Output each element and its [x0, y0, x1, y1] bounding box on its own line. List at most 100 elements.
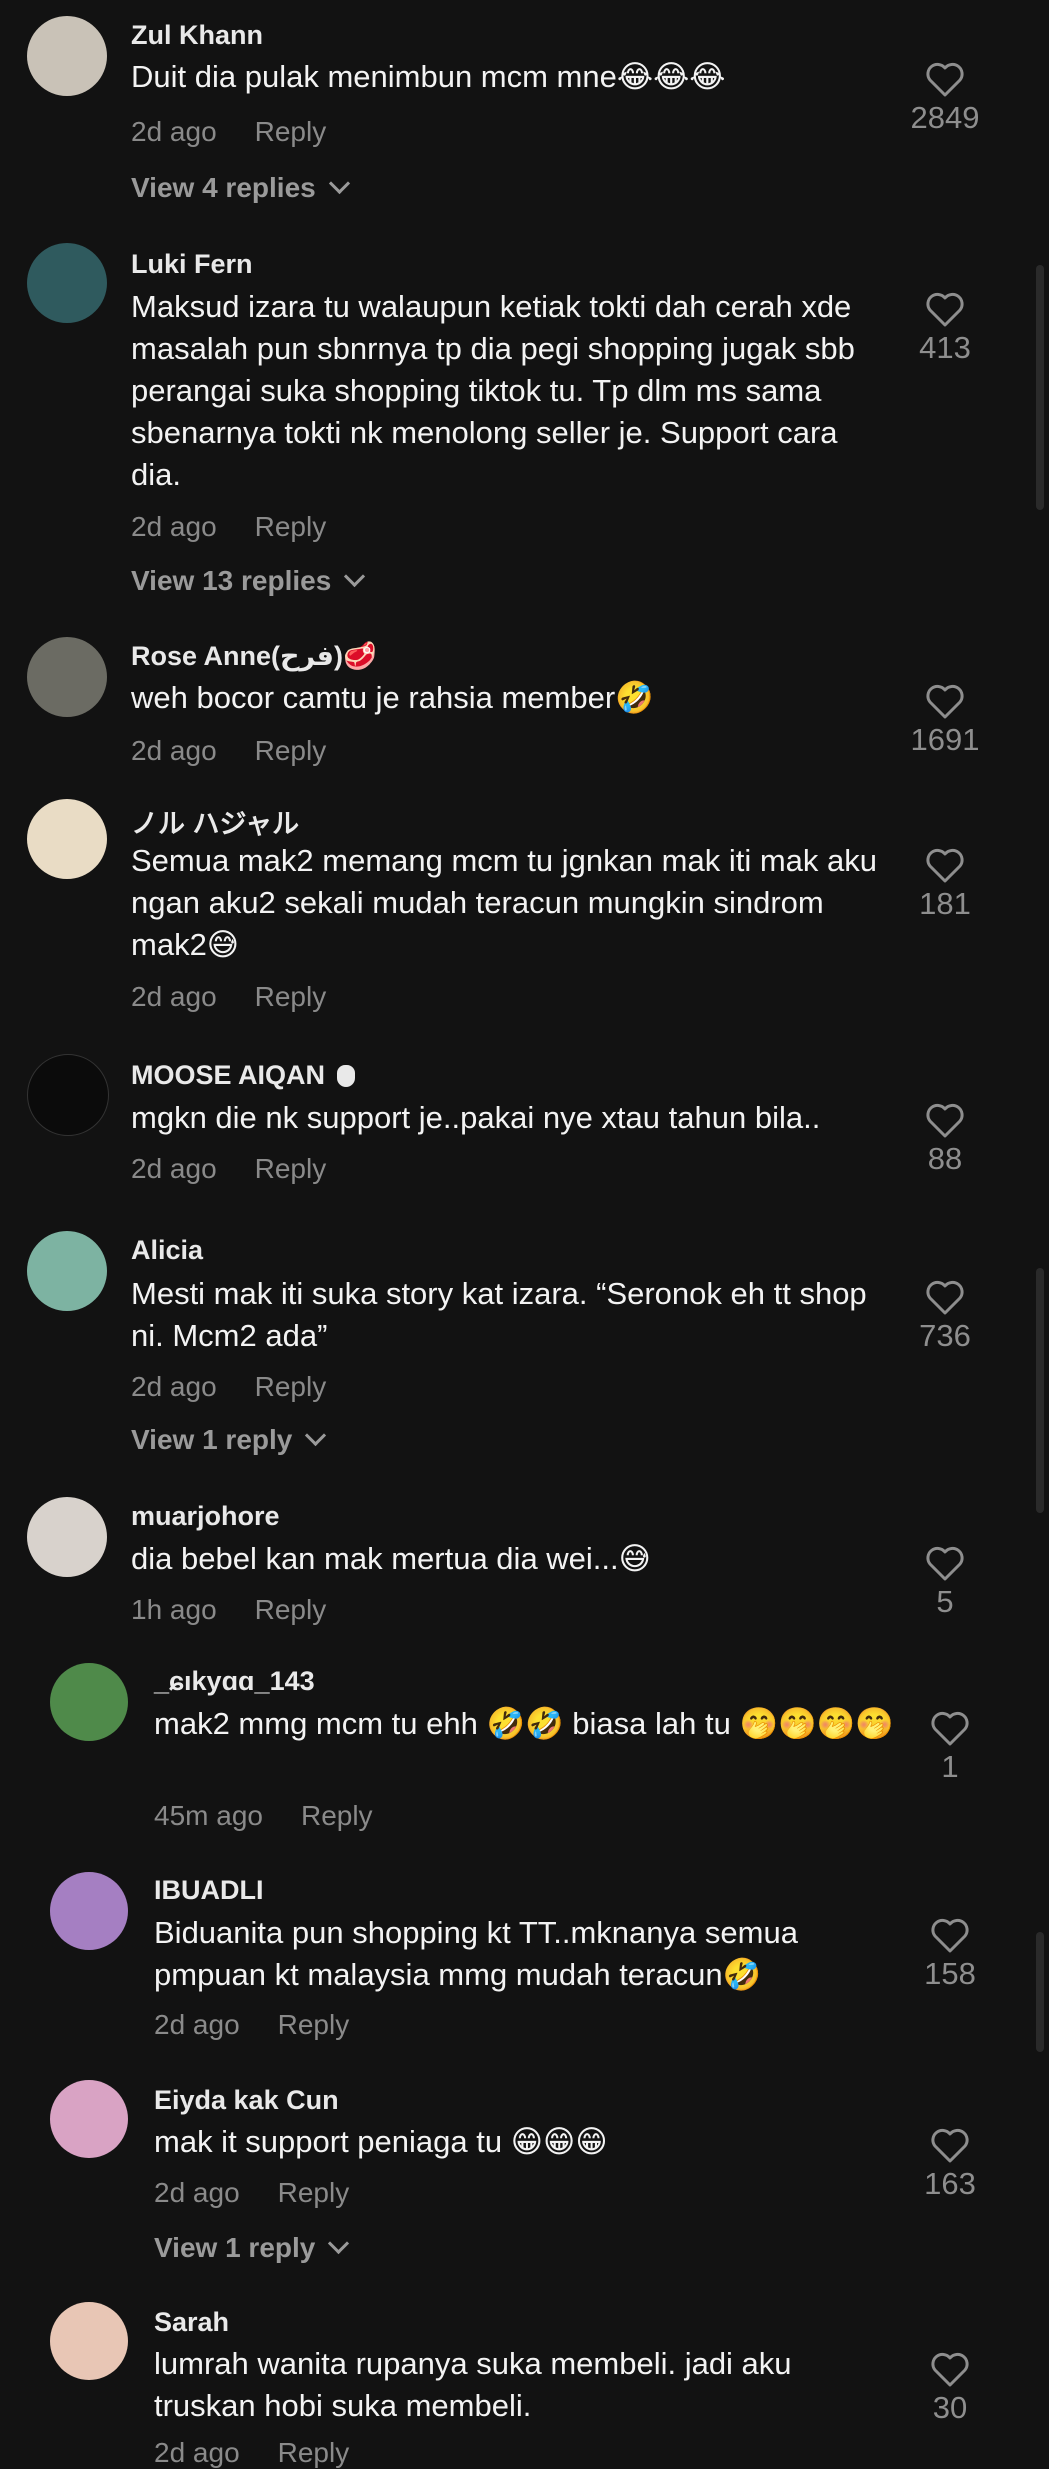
- reply-button[interactable]: Reply: [278, 2177, 350, 2208]
- comment-text: mak it support peniaga tu 😁😁😁: [154, 2124, 608, 2159]
- comment-username[interactable]: Sarah: [154, 2307, 229, 2338]
- comment-meta: 2d ago Reply: [154, 2177, 349, 2209]
- avatar[interactable]: [50, 1872, 128, 1950]
- comment-text: weh bocor camtu je rahsia member🤣: [131, 680, 654, 715]
- view-replies-label: View 4 replies: [131, 172, 316, 203]
- avatar[interactable]: [27, 16, 107, 96]
- apple-icon: [336, 1065, 355, 1087]
- scrollbar-track-2[interactable]: [1036, 1268, 1044, 1513]
- comment-time: 1h ago: [131, 1594, 217, 1625]
- comment-time: 45m ago: [154, 1800, 263, 1831]
- like-button[interactable]: 2849: [900, 62, 990, 136]
- chevron-down-icon: [328, 172, 350, 195]
- view-replies-label: View 13 replies: [131, 565, 332, 596]
- comment-meta: 2d ago Reply: [154, 2009, 349, 2041]
- heart-icon: [931, 2128, 969, 2163]
- reply-button[interactable]: Reply: [255, 981, 327, 1012]
- like-count: 88: [927, 1141, 963, 1176]
- view-replies-button[interactable]: View 1 reply: [154, 2232, 350, 2264]
- comment-text: dia bebel kan mak mertua dia wei...😅: [131, 1541, 651, 1576]
- view-replies-button[interactable]: View 4 replies: [131, 172, 350, 204]
- avatar[interactable]: [27, 1231, 107, 1311]
- comment-meta: 2d ago Reply: [131, 511, 326, 543]
- comment-username[interactable]: _ɕıkyɑɑ_143: [154, 1666, 315, 1697]
- like-button[interactable]: 1: [905, 1711, 995, 1785]
- comment-time: 2d ago: [131, 981, 217, 1012]
- comment-meta: 45m ago Reply: [154, 1800, 373, 1832]
- reply-button[interactable]: Reply: [278, 2009, 350, 2040]
- comment-username[interactable]: muarjohore: [131, 1501, 280, 1532]
- like-button[interactable]: 181: [900, 848, 990, 922]
- comment-meta: 2d ago Reply: [131, 116, 326, 148]
- reply-button[interactable]: Reply: [278, 2437, 350, 2468]
- view-replies-button[interactable]: View 1 reply: [131, 1424, 327, 1456]
- comment-time: 2d ago: [131, 511, 217, 542]
- comment-username[interactable]: MOOSE AIQAN: [131, 1060, 355, 1091]
- comment-username[interactable]: Luki Fern: [131, 249, 253, 280]
- comment-meta: 1h ago Reply: [131, 1594, 326, 1626]
- comment-text: Maksud izara tu walaupun ketiak tokti da…: [131, 289, 855, 492]
- comment-meta: 2d ago Reply: [131, 981, 326, 1013]
- reply-button[interactable]: Reply: [255, 735, 327, 766]
- comment-time: 2d ago: [131, 116, 217, 147]
- heart-icon: [931, 1918, 969, 1953]
- view-replies-label: View 1 reply: [154, 2232, 316, 2263]
- avatar[interactable]: [27, 243, 107, 323]
- comment-time: 2d ago: [131, 735, 217, 766]
- comment-meta: 2d ago Reply: [131, 1371, 326, 1403]
- comment-text: Semua mak2 memang mcm tu jgnkan mak iti …: [131, 843, 877, 962]
- like-button[interactable]: 1691: [900, 684, 990, 758]
- comment-username[interactable]: Eiyda kak Cun: [154, 2085, 339, 2116]
- scrollbar-track-1[interactable]: [1036, 265, 1044, 510]
- avatar[interactable]: [50, 2302, 128, 2380]
- reply-button[interactable]: Reply: [255, 116, 327, 147]
- reply-button[interactable]: Reply: [255, 1153, 327, 1184]
- comment-text: mak2 mmg mcm tu ehh 🤣🤣 biasa lah tu 🤭🤭🤭🤭: [154, 1706, 894, 1741]
- like-count: 181: [919, 886, 971, 921]
- like-count: 158: [924, 1956, 976, 1991]
- username-label: MOOSE AIQAN: [131, 1060, 333, 1090]
- heart-icon: [926, 1546, 964, 1581]
- reply-button[interactable]: Reply: [255, 511, 327, 542]
- reply-button[interactable]: Reply: [255, 1371, 327, 1402]
- reply-button[interactable]: Reply: [301, 1800, 373, 1831]
- like-button[interactable]: 88: [900, 1103, 990, 1177]
- comment-time: 2d ago: [131, 1371, 217, 1402]
- heart-icon: [926, 848, 964, 883]
- view-replies-button[interactable]: View 13 replies: [131, 565, 366, 597]
- chevron-down-icon: [305, 1424, 327, 1447]
- heart-icon: [926, 292, 964, 327]
- comment-username[interactable]: Alicia: [131, 1235, 203, 1266]
- comment-username[interactable]: ノル ハジャル: [131, 802, 299, 841]
- comment-text: Duit dia pulak menimbun mcm mne😂😂😂: [131, 59, 726, 94]
- heart-icon: [926, 1103, 964, 1138]
- avatar[interactable]: [27, 637, 107, 717]
- comment-username[interactable]: Rose Anne(فرح)🥩: [131, 640, 377, 672]
- comment-text: mgkn die nk support je..pakai nye xtau t…: [131, 1100, 821, 1135]
- reply-button[interactable]: Reply: [255, 1594, 327, 1625]
- like-button[interactable]: 736: [900, 1280, 990, 1354]
- comment-username[interactable]: Zul Khann: [131, 20, 263, 51]
- view-replies-label: View 1 reply: [131, 1424, 293, 1455]
- like-button[interactable]: 163: [905, 2128, 995, 2202]
- chevron-down-icon: [344, 565, 366, 588]
- like-button[interactable]: 158: [905, 1918, 995, 1992]
- avatar[interactable]: [27, 1054, 109, 1136]
- comment-time: 2d ago: [154, 2009, 240, 2040]
- like-count: 413: [919, 330, 971, 365]
- scrollbar-track-3[interactable]: [1036, 1932, 1044, 2052]
- heart-icon: [931, 1711, 969, 1746]
- avatar[interactable]: [50, 2080, 128, 2158]
- avatar[interactable]: [27, 1497, 107, 1577]
- like-button[interactable]: 5: [900, 1546, 990, 1620]
- comment-meta: 2d ago Reply: [154, 2437, 349, 2469]
- chevron-down-icon: [328, 2232, 350, 2255]
- heart-icon: [926, 684, 964, 719]
- heart-icon: [926, 62, 964, 97]
- comment-username[interactable]: IBUADLI: [154, 1875, 264, 1906]
- like-button[interactable]: 30: [905, 2352, 995, 2426]
- avatar[interactable]: [50, 1663, 128, 1741]
- heart-icon: [926, 1280, 964, 1315]
- avatar[interactable]: [27, 799, 107, 879]
- like-button[interactable]: 413: [900, 292, 990, 366]
